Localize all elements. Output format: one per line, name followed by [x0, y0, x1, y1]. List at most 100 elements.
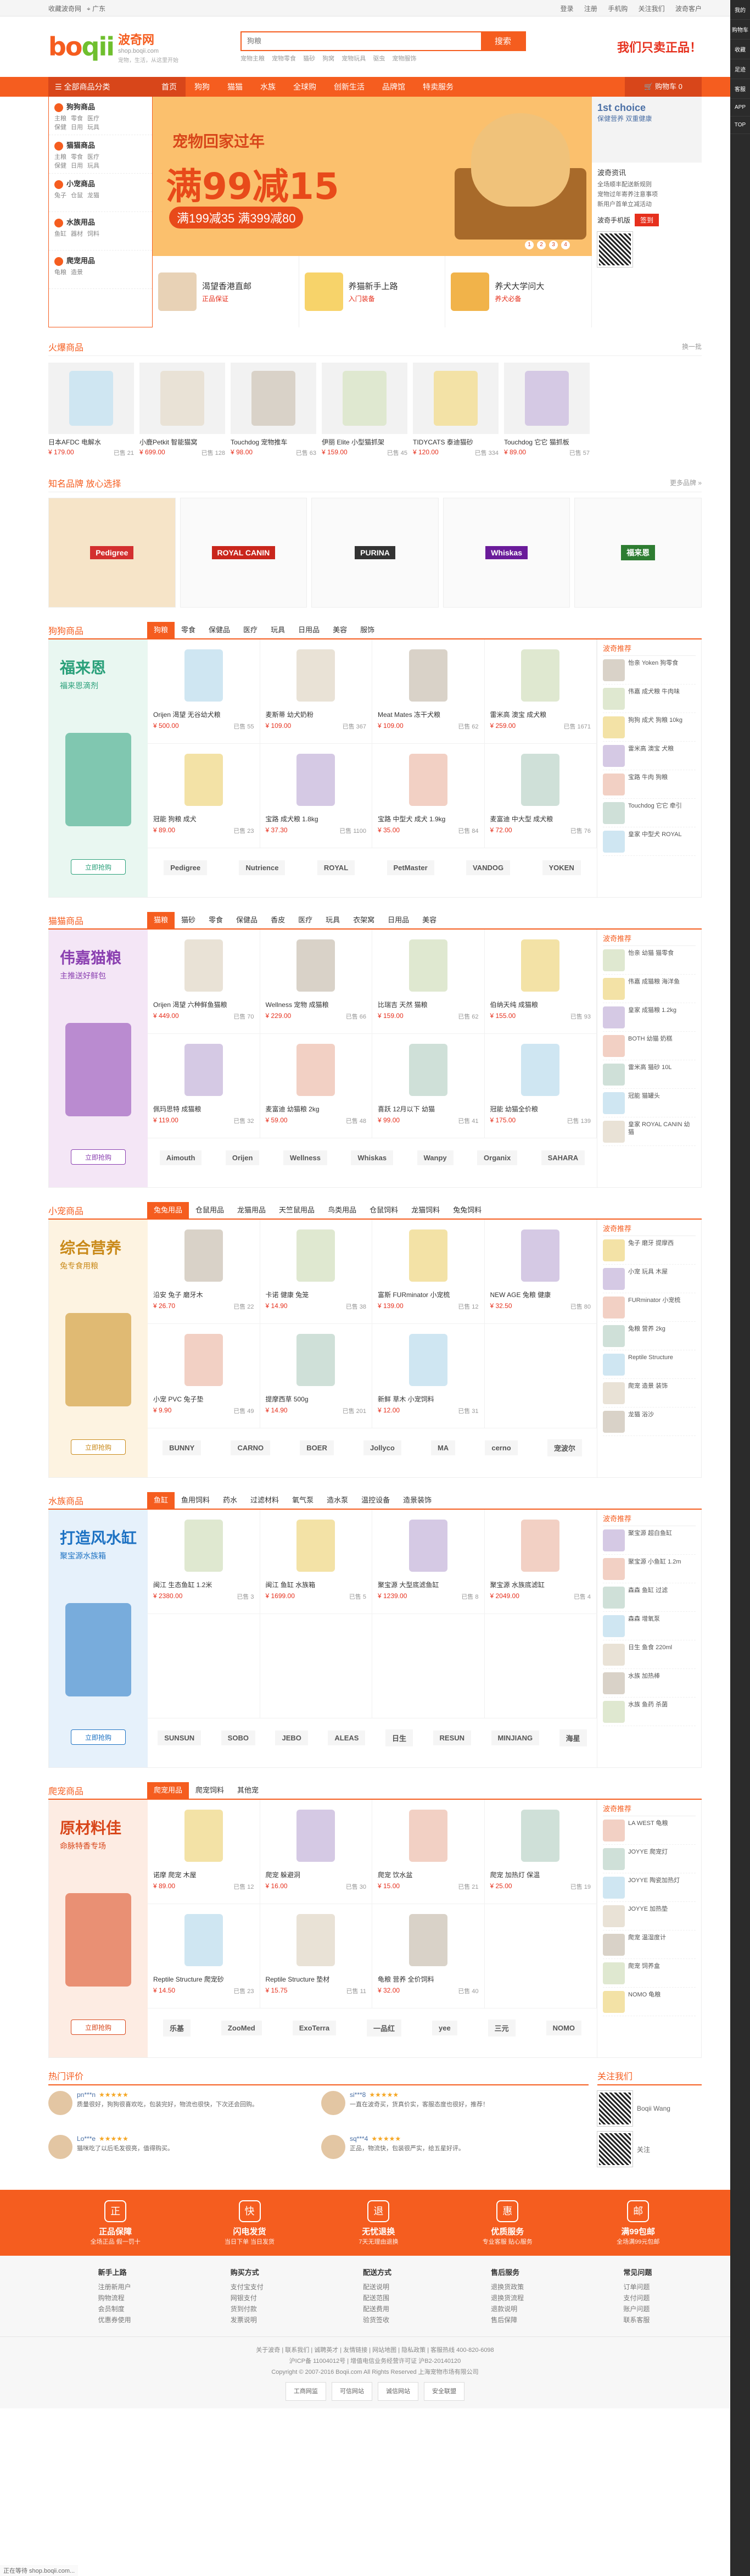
- floor-ad[interactable]: 伟嘉猫粮 主推送好鲜包 立即抢购: [49, 930, 148, 1187]
- footer-link[interactable]: 发票说明: [231, 2314, 264, 2325]
- brand-logo[interactable]: PetMaster: [387, 860, 434, 875]
- nav-item-aquatic[interactable]: 水族: [251, 77, 284, 97]
- product-card[interactable]: Reptile Structure 爬宠砂 ¥ 14.50 已售 23: [148, 1904, 260, 2008]
- brand-logo[interactable]: ZooMed: [221, 2020, 262, 2035]
- product-card[interactable]: 提摩西草 500g ¥ 14.90 已售 201: [260, 1324, 372, 1428]
- brand-logo[interactable]: VANDOG: [466, 860, 511, 875]
- product-card[interactable]: 爬宠 躲避洞 ¥ 16.00 已售 30: [260, 1800, 372, 1904]
- recommend-item[interactable]: 伟嘉 成猫粮 海洋鱼: [603, 975, 696, 1003]
- floor-tab[interactable]: 香皮: [264, 912, 292, 928]
- recommend-item[interactable]: 聚宝源 小鱼缸 1.2m: [603, 1555, 696, 1583]
- brand-logo[interactable]: Whiskas: [351, 1150, 394, 1165]
- floor-tab[interactable]: 温控设备: [355, 1492, 396, 1509]
- banner-dot[interactable]: 1: [525, 241, 534, 249]
- location-select[interactable]: 广东: [92, 5, 105, 13]
- brand-logo[interactable]: Jollyco: [363, 1440, 401, 1455]
- recommend-item[interactable]: 水族 加热棒: [603, 1669, 696, 1698]
- review-item[interactable]: Lo***e ★★★★★ 猫咪吃了以后毛发很亮，值得购买。: [48, 2135, 316, 2173]
- service-item[interactable]: 退无忧退换 7天无理由退换: [359, 2200, 398, 2246]
- brand-logo[interactable]: YOKEN: [542, 860, 581, 875]
- product-card[interactable]: 麦富迪 幼猫粮 2kg ¥ 59.00 已售 48: [260, 1034, 372, 1138]
- product-card[interactable]: NEW AGE 兔粮 健康 ¥ 32.50 已售 80: [484, 1220, 597, 1324]
- recommend-item[interactable]: FURminator 小宠梳: [603, 1293, 696, 1322]
- rail-item[interactable]: 我的: [730, 0, 750, 20]
- brand-logo[interactable]: 三元: [488, 2019, 516, 2037]
- floor-tab[interactable]: 衣架窝: [346, 912, 381, 928]
- product-card[interactable]: 比瑞吉 天然 猫粮 ¥ 159.00 已售 62: [372, 930, 485, 1034]
- recommend-item[interactable]: 日生 鱼食 220ml: [603, 1640, 696, 1669]
- nav-item-service[interactable]: 特卖服务: [414, 77, 462, 97]
- footer-link[interactable]: 优惠券使用: [98, 2314, 131, 2325]
- hot-word[interactable]: 狗窝: [322, 55, 334, 62]
- review-item[interactable]: sq***4 ★★★★★ 正品，物流快，包装很严实，给五星好评。: [321, 2135, 589, 2173]
- banner-dot[interactable]: 2: [537, 241, 546, 249]
- product-card[interactable]: 宝路 成犬粮 1.8kg ¥ 37.30 已售 1100: [260, 744, 372, 848]
- product-card[interactable]: 雷米高 澳宝 成犬粮 ¥ 259.00 已售 1671: [484, 639, 597, 744]
- recommend-item[interactable]: 狗狗 成犬 狗粮 10kg: [603, 713, 696, 742]
- brand-logo[interactable]: SAHARA: [541, 1150, 585, 1165]
- floor-ad-button[interactable]: 立即抢购: [71, 1149, 126, 1165]
- recommend-item[interactable]: 小宠 玩具 木屋: [603, 1265, 696, 1293]
- floor-tab[interactable]: 龙猫用品: [231, 1202, 272, 1219]
- search-button[interactable]: 搜索: [481, 32, 525, 50]
- service-item[interactable]: 快闪电发货 当日下单 当日发货: [225, 2200, 275, 2246]
- hot-word[interactable]: 猫砂: [303, 55, 315, 62]
- customer-link[interactable]: 波奇客户: [675, 5, 702, 13]
- news-item[interactable]: 全场顺丰配送新规则: [597, 180, 696, 190]
- more-brands-link[interactable]: 更多品牌 »: [670, 478, 702, 487]
- recommend-item[interactable]: 怡亲 幼猫 猫零食: [603, 946, 696, 975]
- recommend-item[interactable]: 宝路 牛肉 狗粮: [603, 770, 696, 799]
- recommend-item[interactable]: JOYYE 爬宠灯: [603, 1845, 696, 1873]
- footer-link[interactable]: 支付问题: [623, 2293, 652, 2304]
- footer-link[interactable]: 退换货流程: [491, 2293, 524, 2304]
- product-card[interactable]: 沿安 兔子 磨牙木 ¥ 26.70 已售 22: [148, 1220, 260, 1324]
- promo-card[interactable]: 渴望香港直邮 正品保证: [153, 256, 299, 327]
- refresh-link[interactable]: 换一批: [682, 342, 702, 351]
- product-card[interactable]: 小宠 PVC 兔子垫 ¥ 9.90 已售 49: [148, 1324, 260, 1428]
- sidebar-item-dog[interactable]: 狗狗商品 主粮 零食 医疗 保健 日用 玩具: [49, 97, 152, 135]
- bookmark-link[interactable]: 收藏波奇网: [48, 5, 81, 13]
- floor-tab[interactable]: 氧气泵: [286, 1492, 320, 1509]
- brand-logo[interactable]: MA: [430, 1440, 456, 1455]
- footer-link[interactable]: 货到付款: [231, 2304, 264, 2314]
- product-card[interactable]: 小鹿Petkit 智能猫窝 ¥ 699.00 已售 128: [139, 363, 225, 457]
- brand-logo[interactable]: Wanpy: [417, 1150, 454, 1165]
- nav-item-cat[interactable]: 猫猫: [219, 77, 251, 97]
- rail-item[interactable]: 收藏: [730, 40, 750, 59]
- product-card[interactable]: 聚宝源 水族底滤缸 ¥ 2049.00 已售 4: [484, 1510, 597, 1614]
- hot-word[interactable]: 宠物玩具: [342, 55, 366, 62]
- brand-logo[interactable]: Pedigree: [164, 860, 208, 875]
- product-card[interactable]: 麦斯蒂 幼犬奶粉 ¥ 109.00 已售 367: [260, 639, 372, 744]
- floor-tab[interactable]: 兔兔用品: [147, 1202, 189, 1219]
- hero-banner[interactable]: 宠物回家过年 满99减15 满199减35 满399减80 1 2 3 4: [153, 97, 592, 256]
- footer-link[interactable]: 配送说明: [363, 2282, 391, 2293]
- sidebar-item-cat[interactable]: 猫猫商品 主粮 零食 医疗 保健 日用 玩具: [49, 135, 152, 174]
- recommend-item[interactable]: Touchdog 它它 牵引: [603, 799, 696, 827]
- recommend-item[interactable]: 冠能 猫罐头: [603, 1089, 696, 1117]
- follow-link[interactable]: 关注我们: [639, 5, 665, 13]
- product-card[interactable]: 冠能 幼猫全价粮 ¥ 175.00 已售 139: [484, 1034, 597, 1138]
- sidebar-item-aquatic[interactable]: 水族用品 鱼缸 器材 饲料: [49, 212, 152, 251]
- floor-ad-button[interactable]: 立即抢购: [71, 1439, 126, 1455]
- recommend-item[interactable]: 爬宠 造景 装饰: [603, 1379, 696, 1407]
- product-card[interactable]: Orijen 渴望 六种鲜鱼猫粮 ¥ 449.00 已售 70: [148, 930, 260, 1034]
- floor-tab[interactable]: 过滤材料: [244, 1492, 286, 1509]
- floor-tab[interactable]: 爬宠用品: [147, 1782, 189, 1799]
- signin-button[interactable]: 签到: [635, 214, 659, 226]
- brand-logo[interactable]: 宠波尔: [547, 1439, 582, 1456]
- floor-tab[interactable]: 保健品: [202, 622, 237, 638]
- trust-badge[interactable]: 诚信网站: [378, 2382, 418, 2401]
- hot-word[interactable]: 宠物零食: [272, 55, 296, 62]
- floor-tab[interactable]: 仓鼠饲料: [363, 1202, 405, 1219]
- recommend-item[interactable]: 皇家 中型犬 ROYAL: [603, 827, 696, 856]
- brand-tile[interactable]: 福来恩: [574, 498, 702, 608]
- recommend-item[interactable]: 怡亲 Yoken 狗零食: [603, 656, 696, 685]
- trust-badge[interactable]: 可信网站: [332, 2382, 372, 2401]
- product-card[interactable]: 日本AFDC 电解水 ¥ 179.00 已售 21: [48, 363, 134, 457]
- footer-link[interactable]: 会员制度: [98, 2304, 131, 2314]
- floor-ad[interactable]: 打造风水缸 聚宝源水族箱 立即抢购: [49, 1510, 148, 1767]
- brand-tile[interactable]: Pedigree: [48, 498, 176, 608]
- floor-tab[interactable]: 鱼用饲料: [175, 1492, 216, 1509]
- product-card[interactable]: 龟粮 营养 全价饲料 ¥ 32.00 已售 40: [372, 1904, 485, 2008]
- recommend-item[interactable]: LA WEST 龟粮: [603, 1816, 696, 1845]
